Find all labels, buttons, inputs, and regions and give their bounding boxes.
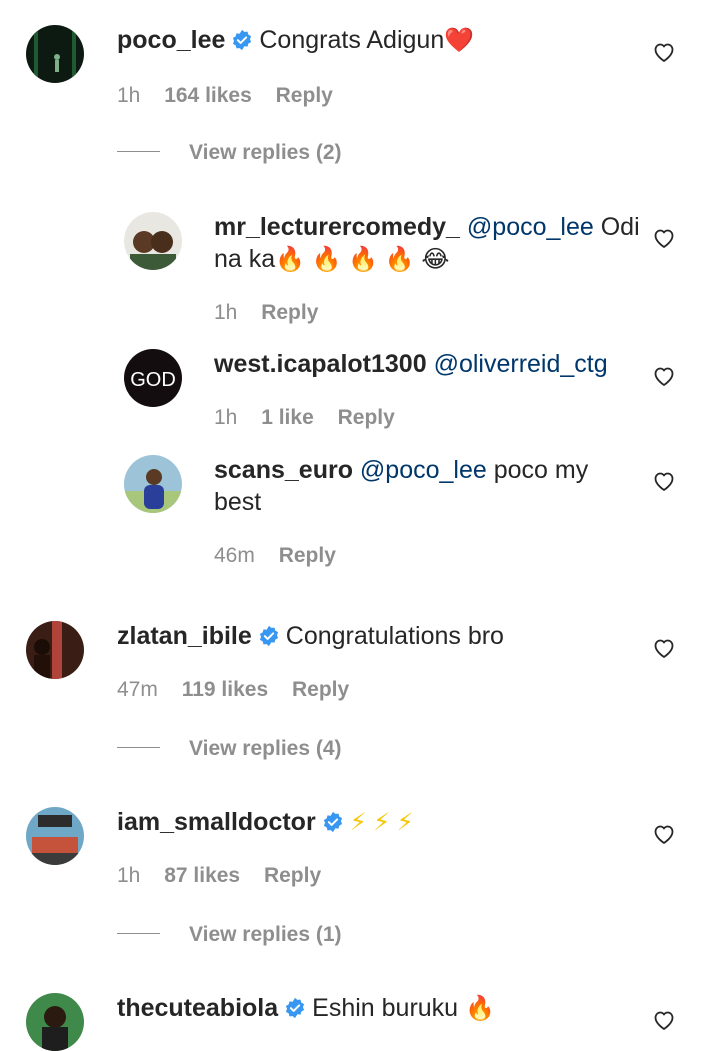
view-replies-button[interactable]: View replies (2) <box>117 141 342 165</box>
view-replies-button[interactable]: View replies (4) <box>117 737 342 761</box>
avatar[interactable] <box>124 455 182 513</box>
mention-link[interactable]: @poco_lee <box>467 213 594 241</box>
verified-badge-icon <box>231 29 253 51</box>
mention-link[interactable]: @poco_lee <box>360 456 487 484</box>
avatar-image <box>26 993 84 1051</box>
comment-text-block: scans_euro @poco_lee poco my best <box>214 454 634 518</box>
heart-outline-icon[interactable] <box>652 636 676 660</box>
likes-count[interactable]: 1 like <box>261 406 314 429</box>
reply-button[interactable]: Reply <box>338 406 395 429</box>
comment-text-block: poco_lee Congrats Adigun❤️ <box>117 24 637 57</box>
divider-line <box>117 933 160 934</box>
heart-outline-icon[interactable] <box>652 40 676 64</box>
avatar-image <box>26 807 84 865</box>
username[interactable]: thecuteabiola <box>117 994 278 1022</box>
reply-button[interactable]: Reply <box>292 678 349 701</box>
avatar-image <box>26 25 84 83</box>
avatar-image <box>124 212 182 270</box>
fire-emoji: 🔥 <box>465 995 495 1022</box>
comment-meta: 47m 119 likes Reply <box>117 677 367 703</box>
timestamp: 1h <box>117 84 141 107</box>
reply-button[interactable]: Reply <box>279 544 336 567</box>
avatar-image <box>124 455 182 513</box>
heart-emoji: ❤️ <box>444 27 475 54</box>
timestamp: 46m <box>214 544 255 567</box>
comment-body: Congratulations bro <box>285 622 504 650</box>
comment-text-block: mr_lecturercomedy_ @poco_lee Odi na ka🔥 … <box>214 211 644 276</box>
avatar[interactable] <box>26 993 84 1051</box>
avatar-image <box>26 621 84 679</box>
avatar[interactable] <box>26 807 84 865</box>
likes-count[interactable]: 164 likes <box>164 84 252 107</box>
view-replies-label: View replies (4) <box>189 737 342 760</box>
comment-meta: 1h 87 likes Reply <box>117 863 339 889</box>
reply-button[interactable]: Reply <box>276 84 333 107</box>
view-replies-button[interactable]: View replies (1) <box>117 923 342 947</box>
timestamp: 1h <box>214 406 238 429</box>
username[interactable]: west.icapalot1300 <box>214 350 427 378</box>
heart-outline-icon[interactable] <box>652 364 676 388</box>
username[interactable]: poco_lee <box>117 26 225 54</box>
heart-outline-icon[interactable] <box>652 1008 676 1032</box>
avatar[interactable]: GOD <box>124 349 182 407</box>
comment-meta: 46m Reply <box>214 543 354 569</box>
likes-count[interactable]: 119 likes <box>182 678 268 701</box>
divider-line <box>117 151 160 152</box>
heart-outline-icon[interactable] <box>652 469 676 493</box>
heart-outline-icon[interactable] <box>652 226 676 250</box>
view-replies-label: View replies (1) <box>189 923 342 946</box>
comment-body: Congrats Adigun <box>259 26 445 54</box>
verified-badge-icon <box>284 997 306 1019</box>
comment-meta: 1h 1 like Reply <box>214 405 413 431</box>
avatar[interactable] <box>26 25 84 83</box>
comment-text-block: zlatan_ibile Congratulations bro <box>117 620 637 652</box>
avatar-text: GOD <box>130 369 176 391</box>
lightning-emojis: ⚡ ⚡ ⚡ <box>349 809 414 836</box>
heart-outline-icon[interactable] <box>652 822 676 846</box>
likes-count[interactable]: 87 likes <box>164 864 240 887</box>
timestamp: 47m <box>117 678 158 701</box>
username[interactable]: scans_euro <box>214 456 353 484</box>
username[interactable]: iam_smalldoctor <box>117 808 316 836</box>
avatar[interactable] <box>26 621 84 679</box>
avatar[interactable] <box>124 212 182 270</box>
divider-line <box>117 747 160 748</box>
reply-button[interactable]: Reply <box>264 864 321 887</box>
comment-meta: 1h Reply <box>214 300 336 326</box>
username[interactable]: zlatan_ibile <box>117 622 252 650</box>
view-replies-label: View replies (2) <box>189 141 342 164</box>
fire-emojis: 🔥 🔥 🔥 🔥 😂 <box>275 246 450 273</box>
comment-body: Eshin buruku <box>312 994 459 1022</box>
comment-text-block: west.icapalot1300 @oliverreid_ctg <box>214 348 644 380</box>
mention-link[interactable]: @oliverreid_ctg <box>434 350 608 378</box>
verified-badge-icon <box>322 811 344 833</box>
timestamp: 1h <box>214 301 238 324</box>
comment-text-block: iam_smalldoctor ⚡ ⚡ ⚡ <box>117 806 637 839</box>
verified-badge-icon <box>258 625 280 647</box>
timestamp: 1h <box>117 864 141 887</box>
comment-text-block: thecuteabiola Eshin buruku 🔥 <box>117 992 637 1025</box>
reply-button[interactable]: Reply <box>261 301 318 324</box>
comment-meta: 1h 164 likes Reply <box>117 83 351 109</box>
username[interactable]: mr_lecturercomedy_ <box>214 213 460 241</box>
avatar-image: GOD <box>124 349 182 407</box>
